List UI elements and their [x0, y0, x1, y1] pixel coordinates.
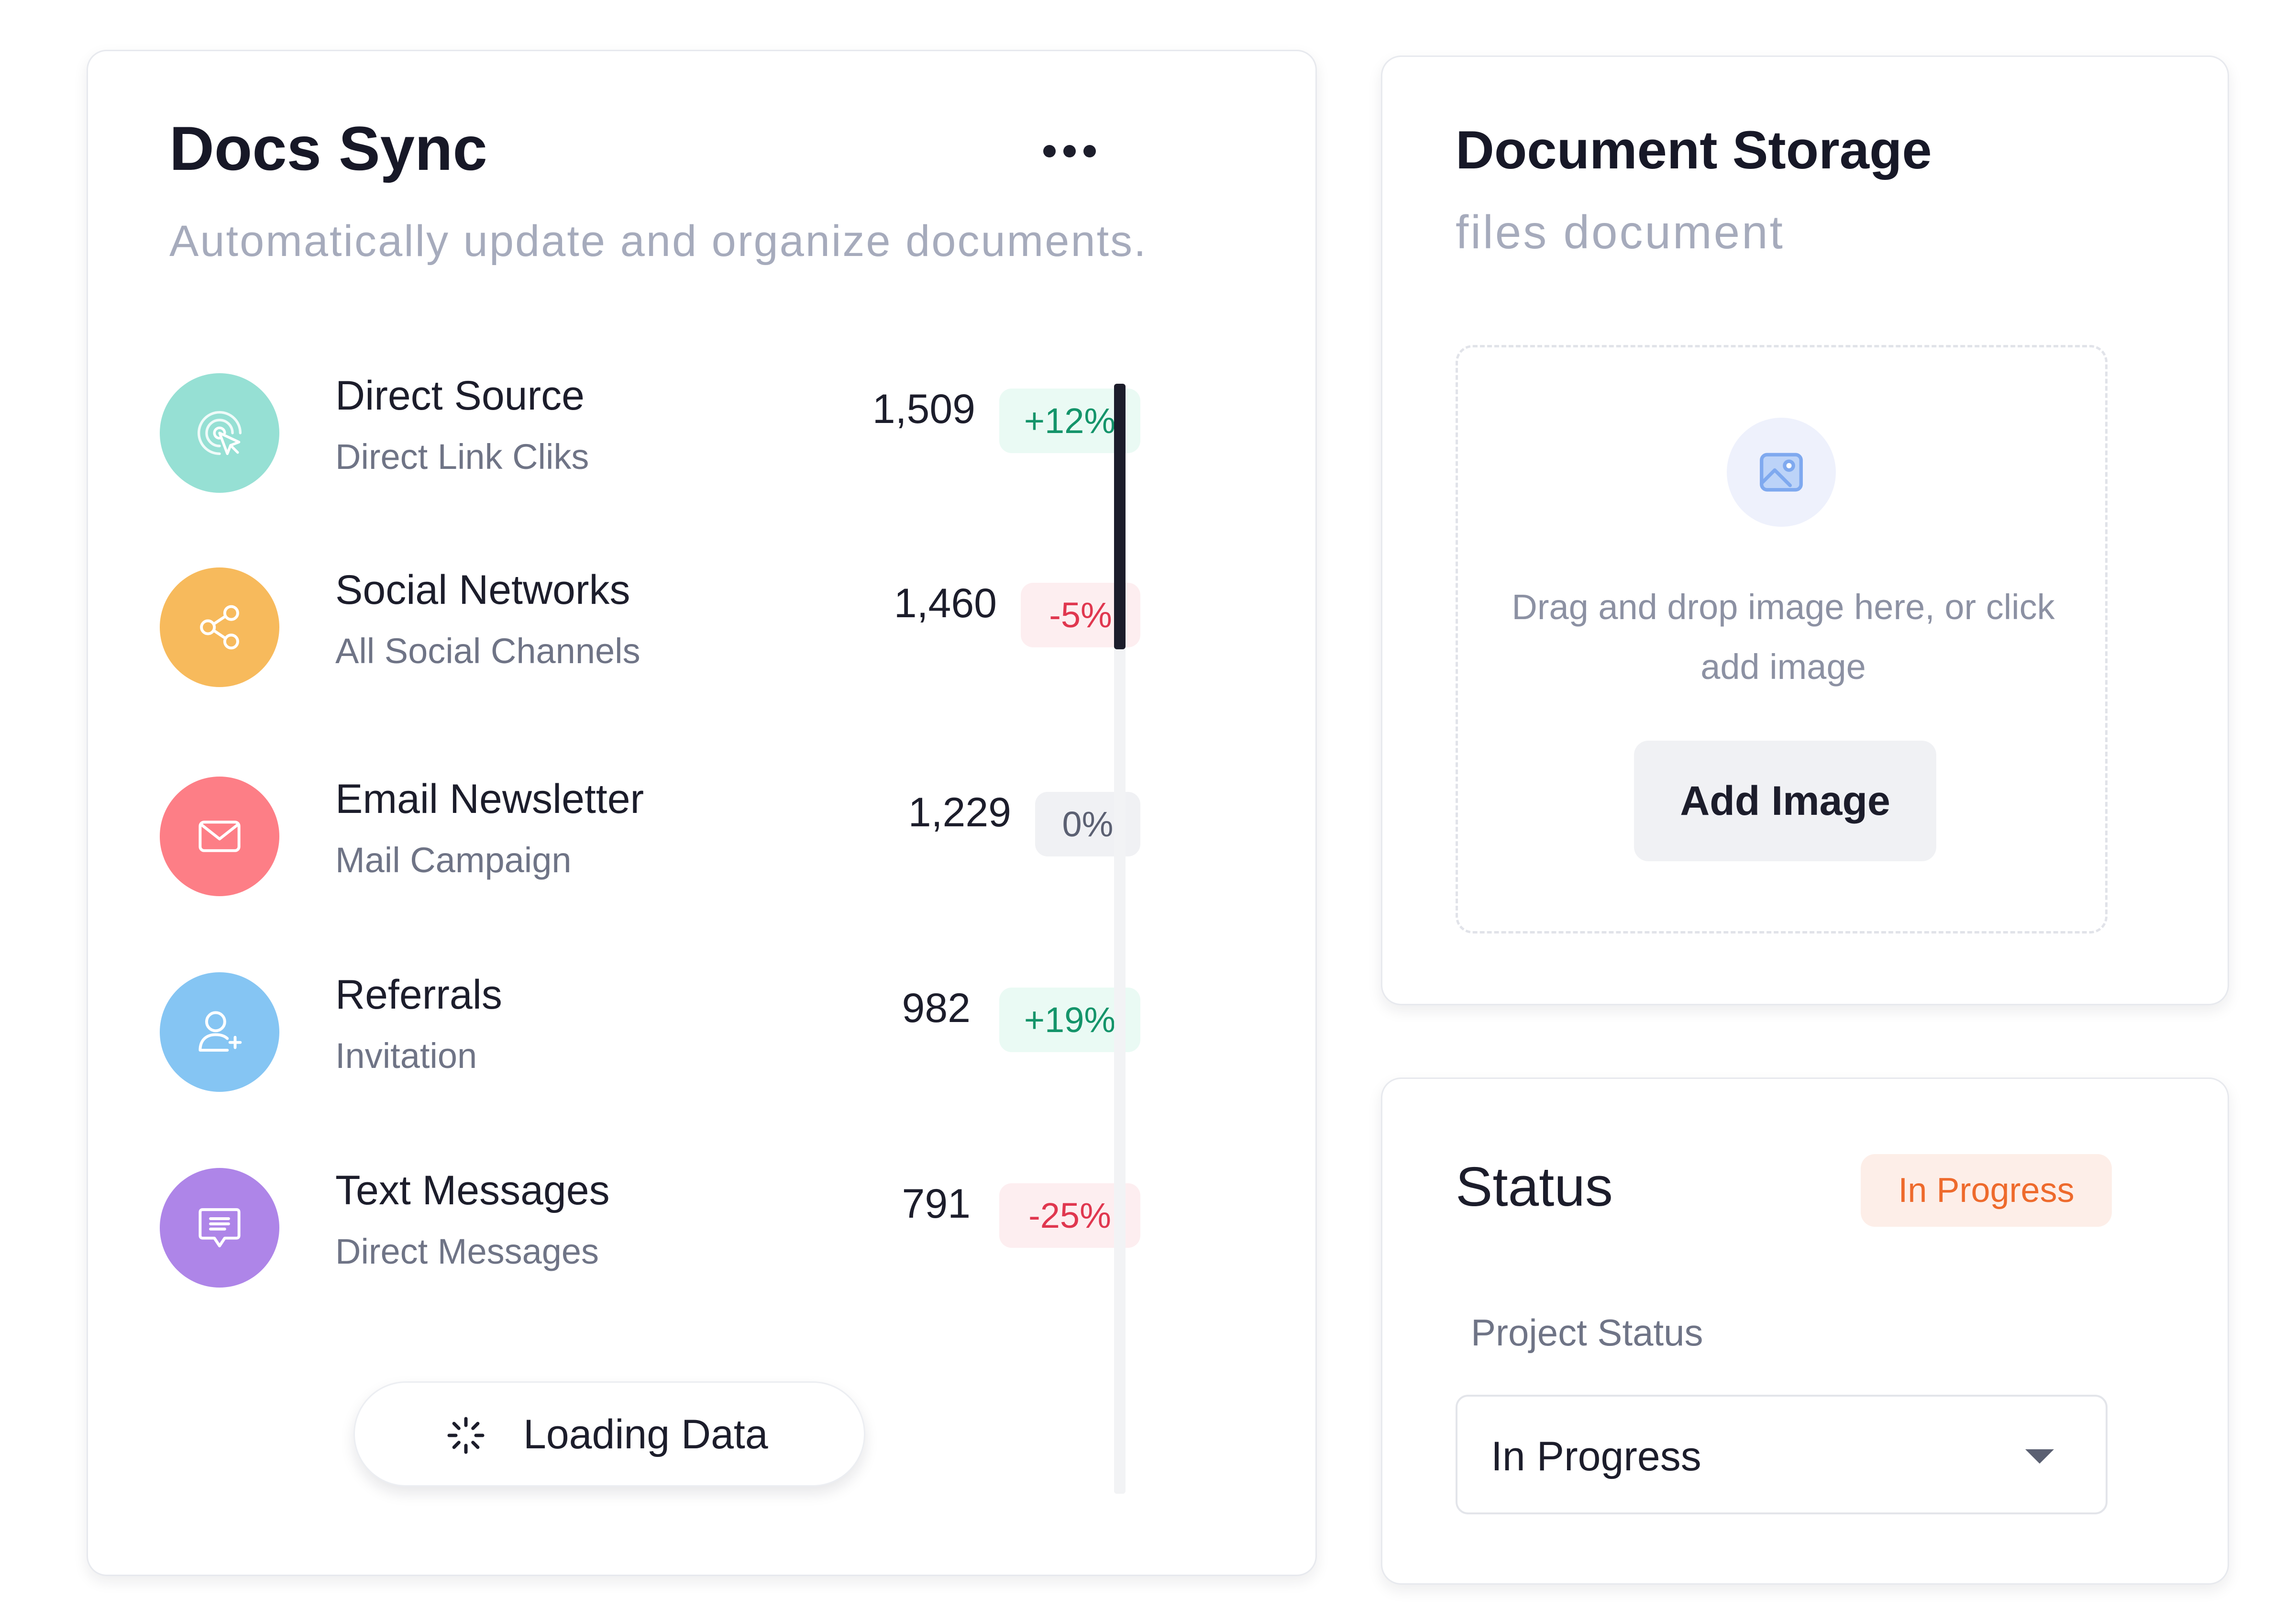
source-name: Direct Source	[335, 373, 585, 419]
docs-sync-card: Docs Sync Automatically update and organ…	[87, 50, 1317, 1576]
source-row-email-newsletter[interactable]: Email Newsletter Mail Campaign 1,229 0%	[160, 773, 1140, 897]
docs-sync-subtitle: Automatically update and organize docume…	[169, 217, 1148, 266]
loading-label: Loading Data	[523, 1411, 768, 1457]
source-value: 982	[902, 985, 971, 1031]
status-card: Status In Progress Project Status In Pro…	[1381, 1078, 2229, 1585]
status-title: Status	[1456, 1155, 1613, 1218]
document-storage-card: Document Storage files document Drag and…	[1381, 56, 2229, 1005]
source-value: 1,229	[908, 789, 1011, 835]
source-description: All Social Channels	[335, 631, 640, 671]
chevron-down-icon	[2025, 1449, 2054, 1464]
storage-subtitle: files document	[1456, 206, 1785, 258]
add-image-button[interactable]: Add Image	[1634, 741, 1936, 861]
image-dropzone[interactable]: Drag and drop image here, or click add i…	[1456, 345, 2108, 933]
project-status-select[interactable]: In Progress	[1456, 1395, 2108, 1514]
source-description: Direct Messages	[335, 1232, 599, 1271]
storage-title: Document Storage	[1456, 120, 1932, 180]
share-icon	[160, 567, 279, 687]
scrollbar-thumb[interactable]	[1114, 384, 1126, 649]
source-description: Invitation	[335, 1036, 477, 1076]
source-description: Direct Link Cliks	[335, 437, 589, 477]
status-badge: In Progress	[1861, 1154, 2112, 1227]
loading-data-button[interactable]: Loading Data	[353, 1381, 865, 1487]
project-status-selected-value: In Progress	[1491, 1433, 1701, 1479]
chat-message-icon	[160, 1168, 279, 1288]
source-name: Social Networks	[335, 567, 630, 613]
source-value: 1,509	[872, 386, 975, 432]
source-row-referrals[interactable]: Referrals Invitation 982 +19%	[160, 968, 1140, 1093]
user-plus-icon	[160, 972, 279, 1092]
envelope-icon	[160, 777, 279, 896]
source-value: 791	[902, 1181, 971, 1227]
source-name: Referrals	[335, 972, 502, 1018]
docs-sync-title: Docs Sync	[169, 113, 487, 183]
scrollbar-track[interactable]	[1114, 384, 1126, 1494]
source-row-direct-source[interactable]: Direct Source Direct Link Cliks 1,509 +1…	[160, 369, 1140, 494]
source-name: Email Newsletter	[335, 776, 644, 822]
source-value: 1,460	[894, 580, 997, 626]
spinner-icon	[447, 1417, 485, 1454]
source-row-social-networks[interactable]: Social Networks All Social Channels 1,46…	[160, 564, 1140, 688]
more-horizontal-icon[interactable]	[1043, 142, 1096, 161]
image-icon	[1727, 418, 1836, 527]
source-name: Text Messages	[335, 1167, 610, 1213]
source-row-text-messages[interactable]: Text Messages Direct Messages 791 -25%	[160, 1164, 1140, 1289]
project-status-label: Project Status	[1471, 1311, 1703, 1354]
source-description: Mail Campaign	[335, 840, 572, 880]
cursor-click-icon	[160, 373, 279, 493]
dropzone-hint-text: Drag and drop image here, or click add i…	[1512, 587, 2055, 687]
